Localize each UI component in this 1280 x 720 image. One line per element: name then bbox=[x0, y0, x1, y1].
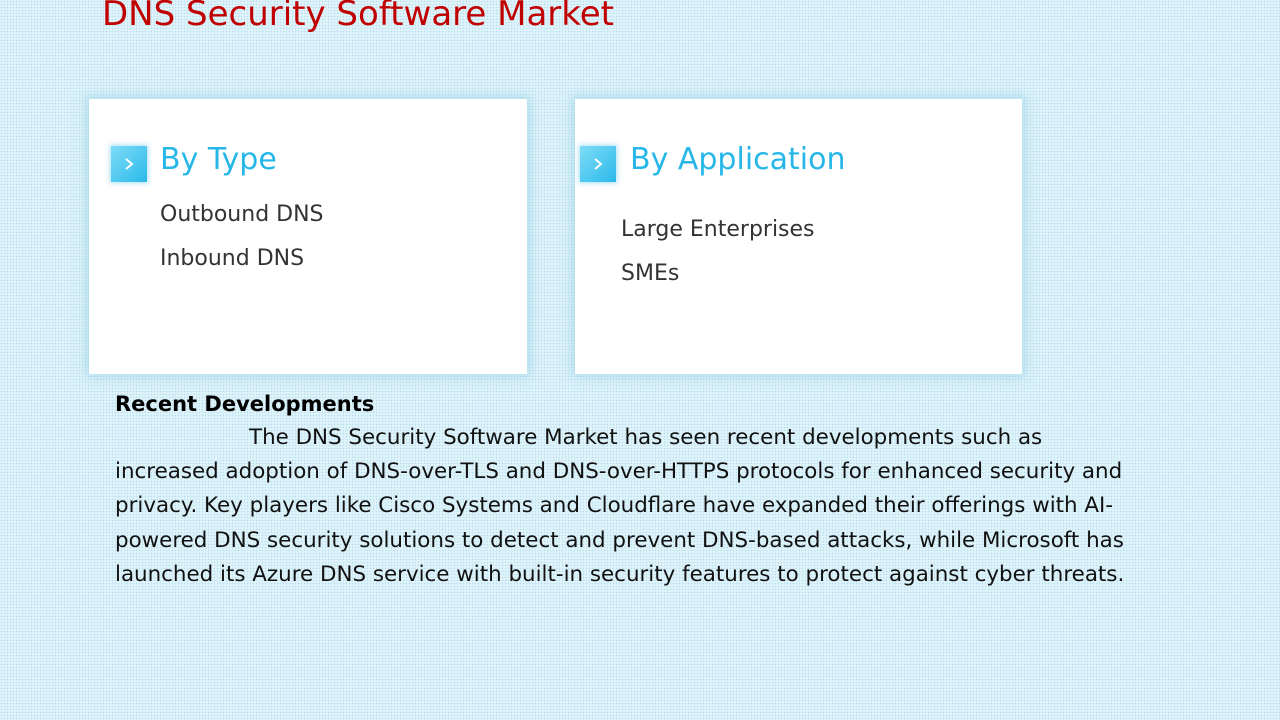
recent-developments-text: The DNS Security Software Market has see… bbox=[115, 425, 1125, 587]
chevron-right-icon bbox=[111, 146, 147, 182]
by-type-card: By Type Outbound DNS Inbound DNS bbox=[89, 99, 527, 374]
list-item: Large Enterprises bbox=[621, 217, 815, 242]
list-item: Outbound DNS bbox=[160, 202, 324, 227]
slide-title: DNS Security Software Market bbox=[102, 0, 614, 34]
list-item: SMEs bbox=[621, 261, 680, 286]
type-list: Outbound DNS Inbound DNS bbox=[160, 193, 324, 281]
by-application-card: By Application Large Enterprises SMEs bbox=[575, 99, 1022, 374]
chevron-right-icon bbox=[580, 146, 616, 182]
list-item: Inbound DNS bbox=[160, 246, 305, 271]
card-heading: By Application bbox=[630, 142, 846, 177]
card-heading: By Type bbox=[160, 142, 277, 177]
application-list: Large Enterprises SMEs bbox=[621, 208, 815, 296]
recent-developments-heading: Recent Developments bbox=[115, 392, 375, 416]
